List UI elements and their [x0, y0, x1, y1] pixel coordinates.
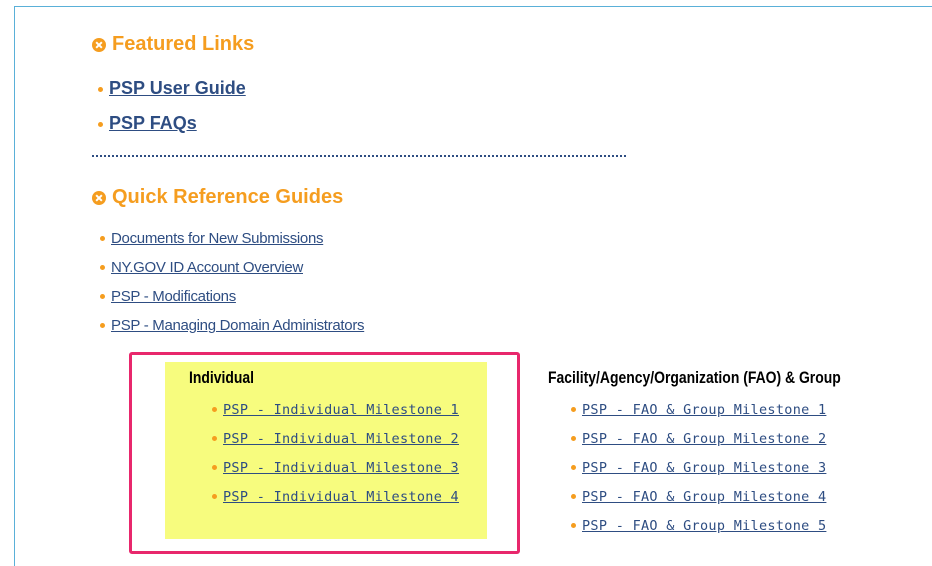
bullet-icon — [571, 494, 576, 499]
individual-milestone-2-link[interactable]: PSP - Individual Milestone 2 — [223, 431, 459, 447]
individual-milestone-3-link[interactable]: PSP - Individual Milestone 3 — [223, 460, 459, 476]
fao-milestone-2-link[interactable]: PSP - FAO & Group Milestone 2 — [582, 431, 826, 447]
psp-faqs-link[interactable]: PSP FAQs — [109, 113, 197, 134]
bullet-icon — [100, 294, 105, 299]
individual-milestone-4-link[interactable]: PSP - Individual Milestone 4 — [223, 489, 459, 505]
individual-milestone-1-link[interactable]: PSP - Individual Milestone 1 — [223, 402, 459, 418]
bullet-icon — [212, 465, 217, 470]
bullet-icon — [212, 436, 217, 441]
documents-new-submissions-link[interactable]: Documents for New Submissions — [111, 230, 324, 247]
individual-milestone-item: PSP - Individual Milestone 1 — [212, 402, 459, 418]
fao-milestone-item: PSP - FAO & Group Milestone 5 — [571, 518, 826, 534]
individual-milestone-item: PSP - Individual Milestone 2 — [212, 431, 459, 447]
psp-managing-domain-admins-link[interactable]: PSP - Managing Domain Administrators — [111, 317, 365, 334]
bullet-icon — [571, 407, 576, 412]
bullet-icon — [571, 465, 576, 470]
bullet-icon — [98, 122, 103, 127]
quick-reference-heading: Quick Reference Guides — [92, 186, 343, 209]
bullet-icon — [571, 523, 576, 528]
quick-reference-item: NY.GOV ID Account Overview — [100, 259, 303, 276]
quick-reference-item: PSP - Modifications — [100, 288, 236, 305]
individual-milestone-item: PSP - Individual Milestone 4 — [212, 489, 459, 505]
quick-reference-item: PSP - Managing Domain Administrators — [100, 317, 365, 334]
featured-links-title: Featured Links — [112, 33, 255, 55]
annotation-box — [129, 352, 520, 554]
collapse-x-icon[interactable] — [92, 37, 106, 52]
collapse-x-icon[interactable] — [92, 190, 106, 205]
psp-modifications-link[interactable]: PSP - Modifications — [111, 288, 236, 305]
bullet-icon — [100, 323, 105, 328]
featured-link-item: PSP FAQs — [98, 113, 197, 134]
bullet-icon — [571, 436, 576, 441]
fao-milestone-4-link[interactable]: PSP - FAO & Group Milestone 4 — [582, 489, 826, 505]
nygov-id-overview-link[interactable]: NY.GOV ID Account Overview — [111, 259, 303, 276]
featured-link-item: PSP User Guide — [98, 78, 246, 99]
bullet-icon — [212, 494, 217, 499]
bullet-icon — [100, 236, 105, 241]
quick-reference-title: Quick Reference Guides — [112, 186, 344, 208]
individual-milestone-item: PSP - Individual Milestone 3 — [212, 460, 459, 476]
bullet-icon — [98, 87, 103, 92]
fao-milestone-item: PSP - FAO & Group Milestone 2 — [571, 431, 826, 447]
individual-heading: Individual — [189, 368, 255, 387]
psp-user-guide-link[interactable]: PSP User Guide — [109, 78, 246, 99]
fao-milestone-5-link[interactable]: PSP - FAO & Group Milestone 5 — [582, 518, 826, 534]
bullet-icon — [100, 265, 105, 270]
bullet-icon — [212, 407, 217, 412]
fao-milestone-item: PSP - FAO & Group Milestone 1 — [571, 402, 826, 418]
fao-milestone-item: PSP - FAO & Group Milestone 4 — [571, 489, 826, 505]
fao-milestone-item: PSP - FAO & Group Milestone 3 — [571, 460, 826, 476]
fao-milestone-1-link[interactable]: PSP - FAO & Group Milestone 1 — [582, 402, 826, 418]
featured-links-heading: Featured Links — [92, 33, 254, 56]
dotted-divider — [92, 155, 626, 157]
fao-group-heading: Facility/Agency/Organization (FAO) & Gro… — [548, 368, 841, 387]
quick-reference-item: Documents for New Submissions — [100, 230, 324, 247]
fao-milestone-3-link[interactable]: PSP - FAO & Group Milestone 3 — [582, 460, 826, 476]
